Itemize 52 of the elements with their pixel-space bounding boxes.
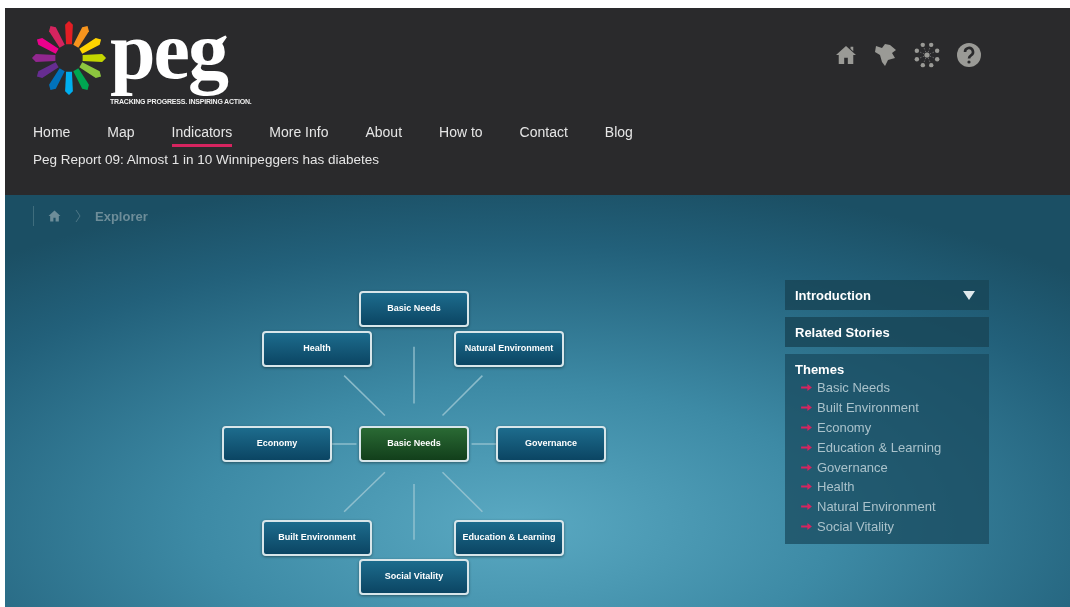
breadcrumb-current: Explorer [95,208,148,224]
arrow-icon [801,482,812,492]
nav-link[interactable]: Map [107,124,135,147]
theme-node[interactable]: Economy [222,426,332,462]
theme-link[interactable]: Social Vitality [817,518,895,534]
theme-link[interactable]: Health [817,479,855,495]
connector-line [441,471,484,513]
home-icon[interactable] [834,45,858,65]
theme-node[interactable]: Health [262,331,372,367]
nav-link[interactable]: Home [33,124,71,147]
connector-line [413,483,415,541]
chevron-icon [75,209,81,223]
connector-line [441,374,484,417]
arrow-icon [801,462,812,472]
themes-title: Themes [795,362,846,377]
arrow-icon [801,383,812,393]
arrow-icon [801,403,812,413]
arrow-icon [801,502,812,512]
nav-link[interactable]: Contact [519,124,568,147]
logo-icon [30,19,108,97]
arrow-icon [801,423,812,432]
nav-link[interactable]: How to [439,124,483,147]
dropdown-arrow-icon [963,290,975,300]
theme-link[interactable]: Economy [817,420,872,435]
theme-link[interactable]: Education & Learning [817,439,942,455]
accordion-header[interactable]: Introduction [785,280,989,310]
news-headline-link[interactable]: Peg Report 09: Almost 1 in 10 Winnipeggers has diabetes [33,152,379,167]
theme-node[interactable]: Basic Needs [359,426,469,462]
nav-link[interactable]: Blog [604,124,633,147]
network-icon[interactable] [912,40,942,70]
nav-link[interactable]: More Info [269,124,329,147]
theme-node[interactable]: Governance [496,426,606,462]
connector-line [343,374,386,417]
theme-node[interactable]: Social Vitality [359,559,469,595]
theme-node[interactable]: Education & Learning [454,520,564,556]
arrow-icon [801,442,812,452]
connector-line [413,346,415,405]
nav-link[interactable]: Indicators [171,124,233,147]
accordion-header[interactable]: Related Stories [785,317,989,347]
help-icon[interactable] [956,42,982,68]
theme-link[interactable]: Built Environment [817,400,919,416]
connector-line [343,471,386,513]
nav-link[interactable]: About [365,124,403,147]
theme-node[interactable]: Basic Needs [359,291,469,327]
theme-node[interactable]: Natural Environment [454,331,564,367]
theme-link[interactable]: Natural Environment [817,499,936,515]
home-icon[interactable] [48,210,61,222]
theme-link[interactable]: Basic Needs [817,380,890,396]
map-icon[interactable] [872,42,898,68]
theme-node[interactable]: Built Environment [262,520,372,556]
theme-link[interactable]: Governance [817,459,888,475]
arrow-icon [801,521,812,531]
